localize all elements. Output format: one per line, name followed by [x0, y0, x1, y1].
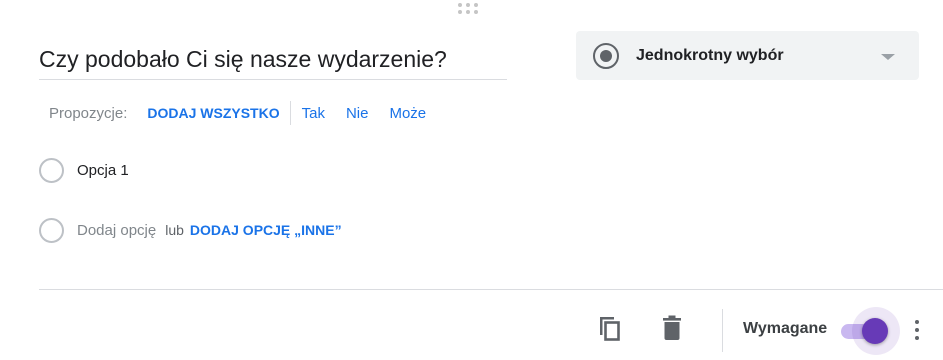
suggestions-divider: [289, 101, 291, 125]
add-all-suggestions-button[interactable]: DODAJ WSZYSTKO: [147, 105, 289, 121]
more-options-button[interactable]: [905, 314, 929, 346]
question-type-label: Jednokrotny wybór: [636, 46, 784, 64]
radio-circle-icon: [39, 157, 64, 183]
drag-dot: [458, 10, 462, 14]
add-option-input[interactable]: Dodaj opcję: [77, 222, 156, 239]
radio-circle-icon: [39, 217, 64, 243]
required-label: Wymagane: [743, 320, 828, 337]
drag-dot: [466, 10, 470, 14]
drag-dot: [474, 3, 478, 7]
required-toggle[interactable]: [838, 307, 900, 355]
option-label[interactable]: Opcja 1: [77, 162, 129, 179]
suggestions-bar: Propozycje: DODAJ WSZYSTKO Tak Nie Może: [49, 101, 447, 125]
question-title[interactable]: Czy podobało Ci się nasze wydarzenie?: [39, 38, 507, 80]
suggestion-yes[interactable]: Tak: [302, 105, 325, 122]
trash-icon: [663, 315, 681, 340]
delete-button[interactable]: [655, 311, 689, 345]
add-other-option-button[interactable]: DODAJ OPCJĘ „INNE”: [190, 222, 342, 238]
question-type-select[interactable]: Jednokrotny wybór: [576, 31, 919, 80]
more-vert-icon: [915, 336, 919, 340]
toggle-knob: [862, 318, 888, 344]
option-row: Opcja 1: [39, 157, 129, 183]
footer-vertical-divider: [722, 309, 723, 352]
content-copy-icon: [600, 317, 620, 341]
suggestion-maybe[interactable]: Może: [389, 105, 426, 122]
suggestions-label: Propozycje:: [49, 104, 128, 122]
drag-dot: [458, 3, 462, 7]
question-title-field[interactable]: Czy podobało Ci się nasze wydarzenie?: [39, 38, 507, 80]
drag-dot: [466, 3, 470, 7]
more-vert-icon: [915, 328, 919, 332]
or-text: lub: [165, 222, 184, 238]
more-vert-icon: [915, 320, 919, 324]
drag-dot: [474, 10, 478, 14]
chevron-down-icon: [881, 54, 895, 60]
radio-button-checked-icon: [593, 42, 619, 69]
add-option-row: Dodaj opcję lub DODAJ OPCJĘ „INNE”: [39, 217, 342, 243]
suggestion-no[interactable]: Nie: [346, 105, 369, 122]
footer-divider: [39, 289, 943, 290]
drag-handle[interactable]: [458, 3, 480, 15]
duplicate-button[interactable]: [594, 311, 628, 345]
